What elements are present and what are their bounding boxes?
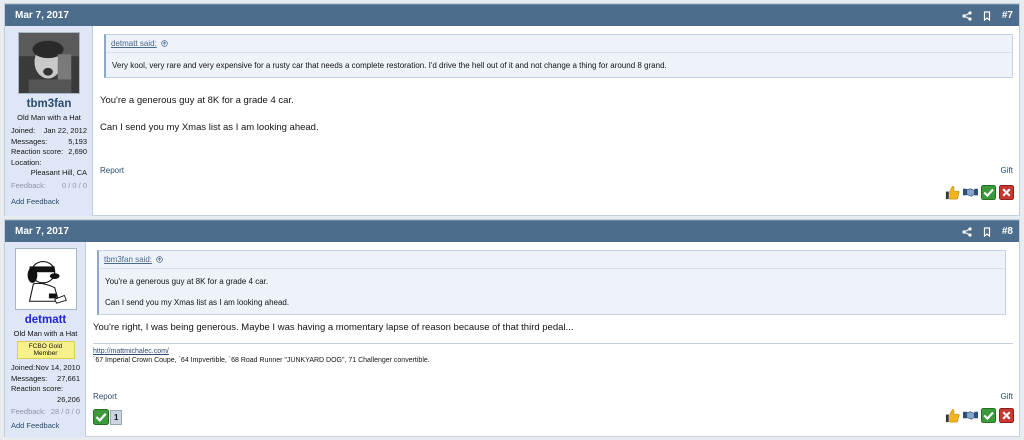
message-paragraph: Can I send you my Xmas list as I am look… xyxy=(100,122,319,133)
quote-author-link[interactable]: tbm3fan said: xyxy=(104,255,152,264)
thumbs-up-icon[interactable] xyxy=(945,185,960,200)
gift-link[interactable]: Gift xyxy=(1001,392,1013,401)
messages-value[interactable]: 5,193 xyxy=(68,137,87,148)
avatar[interactable] xyxy=(18,32,80,94)
signature-link[interactable]: http://mattmichalec.com/ xyxy=(93,348,169,355)
messages-label: Messages: xyxy=(11,136,48,146)
feedback-value[interactable]: 0 / 0 / 0 xyxy=(62,181,87,192)
reaction-score-value: 26,206 xyxy=(57,394,80,404)
check-icon[interactable] xyxy=(981,185,996,200)
messages-value[interactable]: 27,661 xyxy=(57,374,80,385)
joined-value: Nov 14, 2010 xyxy=(35,363,80,372)
reaction-bar xyxy=(945,185,1014,200)
cross-icon[interactable] xyxy=(999,408,1014,423)
reaction-count: 1 xyxy=(110,409,123,425)
message-body: You're a generous guy at 8K for a grade … xyxy=(100,94,1013,134)
reaction-score-value: 2,690 xyxy=(68,147,87,156)
quote-text: Very kool, very rare and very expensive … xyxy=(112,61,667,70)
joined-label: Joined: xyxy=(11,126,36,135)
message-paragraph: You're right, I was being generous. Mayb… xyxy=(93,322,574,333)
expand-quote-icon[interactable] xyxy=(161,40,168,47)
share-icon[interactable] xyxy=(962,10,972,21)
quote-text: Can I send you my Xmas list as I am look… xyxy=(105,298,290,307)
messages-label: Messages: xyxy=(11,373,48,383)
reaction-summary[interactable]: 1 xyxy=(93,409,123,425)
username[interactable]: tbm3fan xyxy=(11,98,87,110)
message-body: You're right, I was being generous. Mayb… xyxy=(93,321,1013,334)
post-7: Mar 7, 2017 #7 tbm3fan Old Man with a Ha… xyxy=(4,3,1020,216)
post-header: Mar 7, 2017 #7 xyxy=(5,4,1019,26)
handshake-icon[interactable] xyxy=(963,408,978,423)
bookmark-icon[interactable] xyxy=(982,226,992,237)
post-8: Mar 7, 2017 #8 detmatt Old Man with a Ha… xyxy=(4,219,1020,437)
post-date[interactable]: Mar 7, 2017 xyxy=(15,226,962,237)
share-icon[interactable] xyxy=(962,226,972,237)
user-pane: tbm3fan Old Man with a Hat Joined: Jan 22… xyxy=(5,26,93,216)
joined-label: Joined: xyxy=(11,363,36,372)
avatar[interactable] xyxy=(14,248,77,310)
gift-link[interactable]: Gift xyxy=(1001,166,1013,175)
expand-quote-icon[interactable] xyxy=(156,256,163,263)
cross-icon[interactable] xyxy=(999,185,1014,200)
feedback-value[interactable]: 28 / 0 / 0 xyxy=(51,407,80,418)
post-content: tbm3fan said: You're a generous guy at 8… xyxy=(86,242,1019,437)
thumbs-up-icon[interactable] xyxy=(945,408,960,423)
post-date[interactable]: Mar 7, 2017 xyxy=(15,10,962,21)
quote-text: You're a generous guy at 8K for a grade … xyxy=(105,277,269,286)
handshake-icon[interactable] xyxy=(963,185,978,200)
add-feedback-link[interactable]: Add Feedback xyxy=(11,421,80,430)
report-link[interactable]: Report xyxy=(100,166,124,175)
feedback-label: Feedback: xyxy=(11,407,47,416)
message-paragraph: You're a generous guy at 8K for a grade … xyxy=(100,95,294,106)
check-icon xyxy=(93,409,109,425)
post-number[interactable]: #8 xyxy=(1002,226,1013,237)
username[interactable]: detmatt xyxy=(11,314,80,326)
check-icon[interactable] xyxy=(981,408,996,423)
add-feedback-link[interactable]: Add Feedback xyxy=(11,197,87,206)
reaction-score-label: Reaction score: xyxy=(11,384,64,393)
quote-block: tbm3fan said: You're a generous guy at 8… xyxy=(97,250,1006,315)
feedback-label: Feedback: xyxy=(11,180,47,190)
location-value[interactable]: Pleasant Hill, CA xyxy=(11,168,87,179)
quote-author-link[interactable]: detmatt said: xyxy=(111,39,157,48)
thread-page: Mar 7, 2017 #7 tbm3fan Old Man with a Ha… xyxy=(0,0,1024,440)
joined-value: Jan 22, 2012 xyxy=(43,126,87,135)
post-header: Mar 7, 2017 #8 xyxy=(5,220,1019,242)
bookmark-icon[interactable] xyxy=(982,10,992,21)
report-link[interactable]: Report xyxy=(93,392,117,401)
location-label: Location: xyxy=(11,157,42,167)
member-badge: FCBO Gold Member xyxy=(16,341,75,359)
post-number[interactable]: #7 xyxy=(1002,10,1013,21)
signature-text: `67 Imperial Crown Coupe, `64 Impvertibl… xyxy=(93,357,430,364)
reaction-score-label: Reaction score: xyxy=(11,147,64,156)
post-content: detmatt said: Very kool, very rare and v… xyxy=(93,26,1019,216)
signature: http://mattmichalec.com/ `67 Imperial Cr… xyxy=(93,343,1013,364)
reaction-bar xyxy=(945,408,1014,423)
user-pane: detmatt Old Man with a Hat FCBO Gold Mem… xyxy=(5,242,86,437)
quote-block: detmatt said: Very kool, very rare and v… xyxy=(104,34,1013,78)
user-title: Old Man with a Hat xyxy=(17,113,81,122)
user-title: Old Man with a Hat xyxy=(13,329,78,338)
